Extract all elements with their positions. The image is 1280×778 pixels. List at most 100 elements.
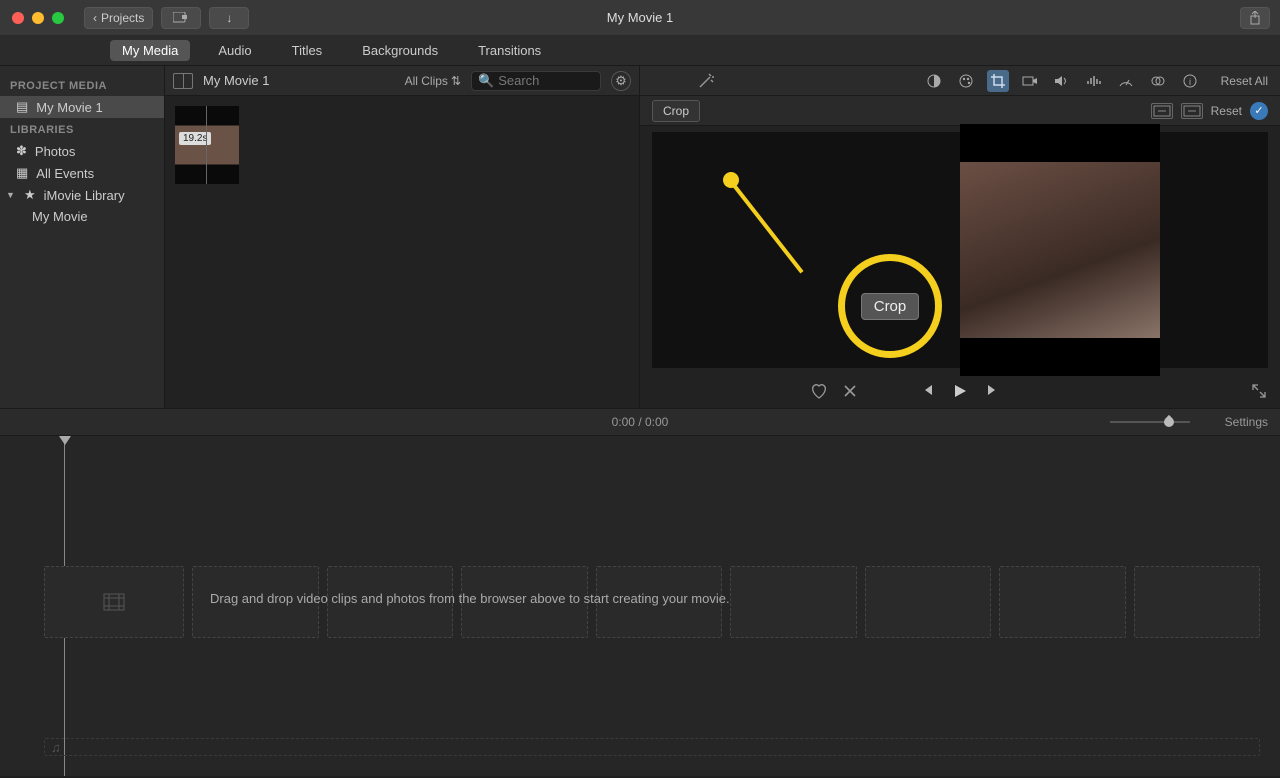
skip-forward-icon [986, 383, 1000, 397]
close-window[interactable] [12, 12, 24, 24]
reset-all-button[interactable]: Reset All [1221, 74, 1268, 88]
browser-toolbar: My Movie 1 All Clips ⇅ 🔍 Search ⚙ [165, 66, 639, 96]
viewer-canvas[interactable]: Crop [652, 132, 1268, 368]
heart-icon [810, 383, 828, 399]
annotation-label: Crop [861, 293, 920, 320]
maximize-window[interactable] [52, 12, 64, 24]
crop-button[interactable] [987, 70, 1009, 92]
import-media-button[interactable] [161, 7, 201, 29]
sidebar-my-movie[interactable]: My Movie [0, 206, 164, 227]
rotate-cw-button[interactable] [1181, 103, 1203, 119]
fullscreen-button[interactable] [1252, 384, 1266, 398]
sidebar-all-events[interactable]: ▦ All Events [0, 162, 164, 184]
timeline-slot[interactable] [730, 566, 857, 638]
timeline-zoom-slider[interactable] [1110, 421, 1200, 423]
timecode: 0:00 / 0:00 [612, 415, 669, 429]
reject-button[interactable] [842, 383, 858, 399]
equalizer-icon [1086, 74, 1102, 88]
contrast-icon [926, 73, 942, 89]
tab-backgrounds[interactable]: Backgrounds [350, 40, 450, 61]
search-icon: 🔍 [478, 73, 494, 89]
timeline[interactable]: Drag and drop video clips and photos fro… [0, 436, 1280, 776]
clips-filter-dropdown[interactable]: All Clips ⇅ [405, 74, 461, 88]
tab-titles[interactable]: Titles [280, 40, 335, 61]
play-button[interactable] [952, 383, 968, 399]
project-label: My Movie 1 [36, 100, 102, 115]
play-icon [952, 383, 968, 399]
flower-icon: ✽ [16, 143, 27, 159]
tab-my-media[interactable]: My Media [110, 40, 190, 61]
x-icon [842, 383, 858, 399]
layout-toggle[interactable] [173, 73, 193, 89]
speaker-icon [1054, 74, 1070, 88]
crop-mode-chip[interactable]: Crop [652, 100, 700, 122]
color-balance-button[interactable] [923, 70, 945, 92]
tab-audio[interactable]: Audio [206, 40, 263, 61]
audio-track[interactable]: ♫ [44, 738, 1260, 756]
projects-back-button[interactable]: ‹ Projects [84, 7, 153, 29]
timeline-settings-button[interactable]: Settings [1225, 415, 1268, 429]
prev-frame-button[interactable] [920, 383, 934, 399]
sidebar-photos[interactable]: ✽ Photos [0, 140, 164, 162]
browser-title: My Movie 1 [203, 73, 269, 88]
filmstrip-icon [103, 593, 125, 611]
crop-apply-button[interactable]: ✓ [1250, 102, 1268, 120]
viewer: i Reset All Crop Reset ✓ [640, 66, 1280, 408]
download-icon: ↓ [226, 11, 232, 25]
add-media-slot[interactable] [44, 566, 184, 638]
viewer-adjustment-toolbar: i Reset All [640, 66, 1280, 96]
svg-text:i: i [1189, 77, 1191, 87]
minimize-window[interactable] [32, 12, 44, 24]
browser-settings-button[interactable]: ⚙ [611, 71, 631, 91]
info-icon: i [1182, 73, 1198, 89]
traffic-lights [12, 12, 64, 24]
music-note-icon: ♫ [51, 740, 61, 755]
media-tabs: My Media Audio Titles Backgrounds Transi… [0, 36, 1280, 66]
sidebar-imovie-library[interactable]: ▼ ★ iMovie Library [0, 184, 164, 206]
photos-label: Photos [35, 144, 75, 159]
gear-icon: ⚙ [615, 73, 627, 89]
share-icon [1249, 11, 1261, 25]
video-preview [960, 162, 1160, 338]
time-total: 0:00 [645, 415, 668, 429]
clip-thumbnail[interactable]: 19.2s [175, 106, 239, 184]
search-input[interactable]: 🔍 Search [471, 71, 601, 91]
clip-duration: 19.2s [179, 132, 211, 145]
timeline-hint-text: Drag and drop video clips and photos fro… [210, 591, 730, 606]
rotate-left-icon [1152, 104, 1172, 118]
download-button[interactable]: ↓ [209, 7, 249, 29]
timeline-slot[interactable] [865, 566, 992, 638]
expand-icon [1252, 384, 1266, 398]
stabilization-button[interactable] [1019, 70, 1041, 92]
crop-reset-button[interactable]: Reset [1211, 104, 1242, 118]
calendar-icon: ▦ [16, 165, 28, 181]
dropdown-arrows-icon: ⇅ [451, 74, 461, 88]
library-label: iMovie Library [44, 188, 125, 203]
rotate-ccw-button[interactable] [1151, 103, 1173, 119]
video-effects-button[interactable] [1147, 70, 1169, 92]
overlap-icon [1150, 74, 1166, 88]
sidebar: PROJECT MEDIA ▤ My Movie 1 LIBRARIES ✽ P… [0, 66, 165, 408]
next-frame-button[interactable] [986, 383, 1000, 399]
crop-icon [990, 73, 1006, 89]
sidebar-project[interactable]: ▤ My Movie 1 [0, 96, 164, 118]
disclosure-triangle-icon[interactable]: ▼ [6, 190, 14, 200]
share-button[interactable] [1240, 7, 1270, 29]
volume-button[interactable] [1051, 70, 1073, 92]
tab-transitions[interactable]: Transitions [466, 40, 553, 61]
color-correction-button[interactable] [955, 70, 977, 92]
info-button[interactable]: i [1179, 70, 1201, 92]
favorite-button[interactable] [810, 383, 828, 399]
noise-reduction-button[interactable] [1083, 70, 1105, 92]
all-events-label: All Events [36, 166, 94, 181]
skip-back-icon [920, 383, 934, 397]
timeline-slot[interactable] [1134, 566, 1261, 638]
my-movie-label: My Movie [32, 209, 88, 224]
viewer-playback-controls [640, 374, 1280, 408]
speed-button[interactable] [1115, 70, 1137, 92]
crop-controls-bar: Crop Reset ✓ [640, 96, 1280, 126]
timeline-slot[interactable] [999, 566, 1126, 638]
enhance-button[interactable] [696, 71, 716, 91]
film-icon: ▤ [16, 99, 28, 115]
clips-filter-label: All Clips [405, 74, 448, 88]
